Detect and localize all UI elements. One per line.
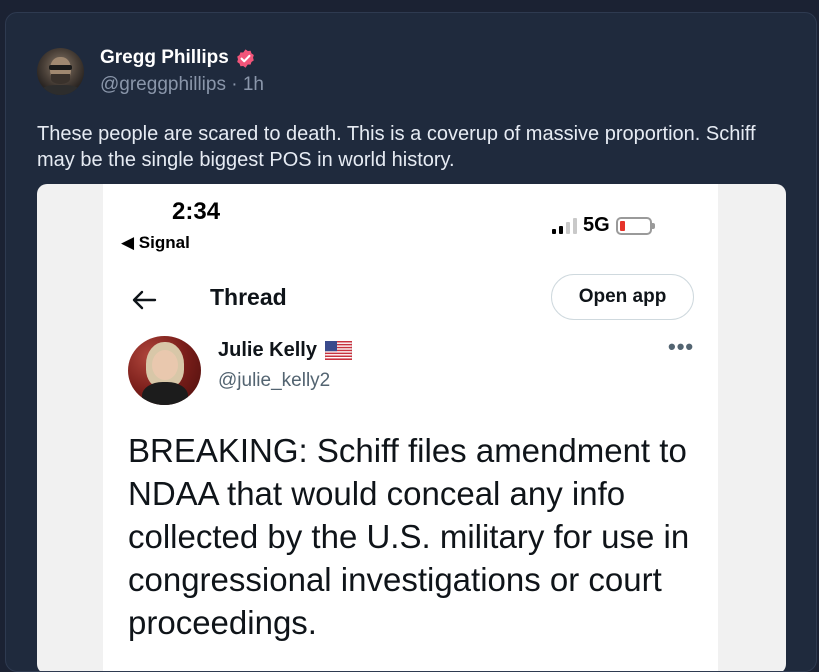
thread-title: Thread [210, 284, 287, 310]
post-card: Gregg Phillips @greggphillips · 1h These… [5, 12, 817, 672]
post-text: These people are scared to death. This i… [37, 123, 756, 171]
verified-badge-icon [237, 48, 254, 68]
author-name-row[interactable]: Gregg Phillips [100, 47, 256, 69]
tweet-text: BREAKING: Schiff files amendment to NDAA… [128, 432, 690, 641]
author-name[interactable]: Gregg Phillips [100, 47, 229, 69]
tweet-author-avatar [128, 336, 201, 405]
status-back-link: ◀ Signal [121, 233, 190, 252]
network-label: 5G [583, 214, 610, 236]
status-time: 2:34 [172, 198, 221, 225]
more-options-icon: ••• [668, 334, 695, 359]
us-flag-icon [324, 341, 352, 360]
author-handle-time: @greggphillips · 1h [100, 74, 264, 95]
phone-screenshot: 2:34 ◀ Signal 5G Thread Open app Julie K… [103, 184, 718, 671]
open-app-button: Open app [551, 274, 694, 320]
author-avatar[interactable] [37, 48, 84, 95]
signal-bars-icon [552, 217, 577, 234]
battery-icon [615, 216, 655, 235]
post-media-image[interactable]: 2:34 ◀ Signal 5G Thread Open app Julie K… [37, 184, 786, 671]
tweet-author-name: Julie Kelly [218, 339, 317, 361]
arrow-left-icon [131, 287, 157, 318]
status-indicators: 5G [552, 214, 655, 237]
tweet-author-row: Julie Kelly [218, 339, 352, 362]
tweet-author-handle: @julie_kelly2 [218, 370, 331, 391]
